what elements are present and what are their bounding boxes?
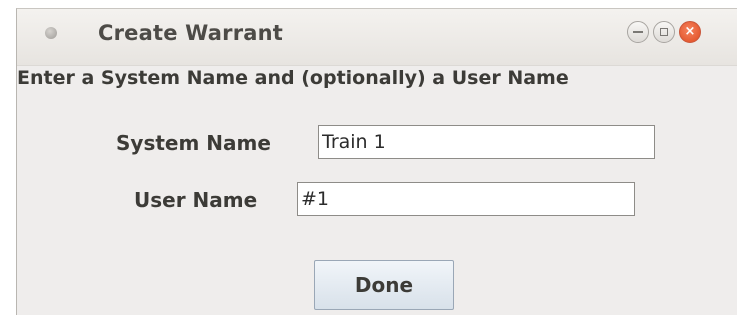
user-name-input[interactable]: [297, 182, 635, 216]
instructions-text: Enter a System Name and (optionally) a U…: [17, 67, 569, 89]
user-name-label: User Name: [134, 188, 258, 212]
system-name-label: System Name: [116, 131, 271, 155]
maximize-button[interactable]: [653, 21, 675, 43]
minimize-icon: [633, 31, 643, 33]
minimize-button[interactable]: [627, 21, 649, 43]
maximize-icon: [660, 28, 668, 36]
window-title: Create Warrant: [98, 21, 284, 45]
close-icon: ×: [684, 24, 696, 39]
title-bar[interactable]: Create Warrant ×: [17, 9, 737, 66]
create-warrant-dialog: Create Warrant × Enter a System Name and…: [16, 8, 737, 315]
window-menu-icon[interactable]: [45, 27, 57, 39]
system-name-input[interactable]: [318, 125, 655, 159]
done-button[interactable]: Done: [314, 260, 454, 310]
close-button[interactable]: ×: [679, 21, 701, 43]
